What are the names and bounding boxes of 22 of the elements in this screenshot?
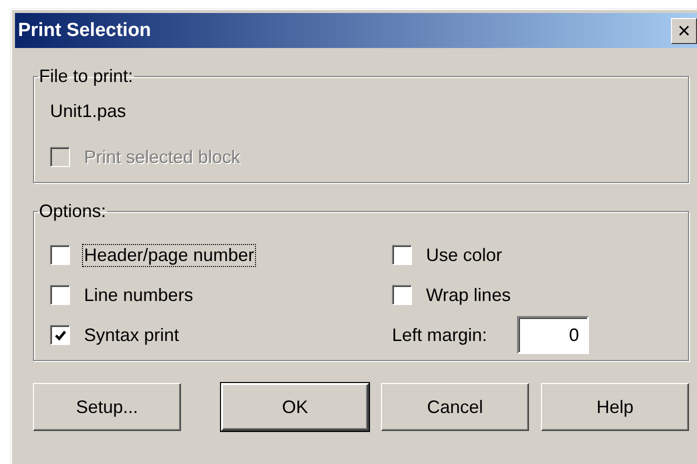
- checkbox[interactable]: [392, 245, 412, 265]
- checkbox-label[interactable]: Wrap lines: [424, 284, 513, 306]
- dialog-button[interactable]: Setup...: [33, 383, 181, 431]
- group-label: Options:: [38, 201, 108, 222]
- file-name: Unit1.pas: [50, 101, 128, 122]
- checkbox[interactable]: [392, 285, 412, 305]
- checkbox[interactable]: [50, 245, 70, 265]
- checkbox-label[interactable]: Syntax print: [82, 324, 182, 346]
- dialog-button[interactable]: OK: [221, 383, 370, 431]
- window-title: Print Selection: [18, 20, 152, 42]
- dialog-button[interactable]: Help: [541, 383, 690, 431]
- margin-input[interactable]: 0: [517, 316, 590, 354]
- close-button[interactable]: ×: [671, 18, 697, 44]
- check-icon: [54, 328, 66, 342]
- group-label: File to print:: [38, 66, 134, 87]
- checkbox-label[interactable]: Use color: [424, 244, 504, 266]
- checkbox[interactable]: [50, 285, 70, 305]
- checkbox-label[interactable]: Header/page number: [82, 244, 256, 266]
- checkbox[interactable]: [50, 325, 70, 345]
- checkbox-label[interactable]: Line numbers: [82, 284, 196, 306]
- dialog-button[interactable]: Cancel: [381, 383, 530, 431]
- margin-label: Left margin:: [392, 324, 488, 346]
